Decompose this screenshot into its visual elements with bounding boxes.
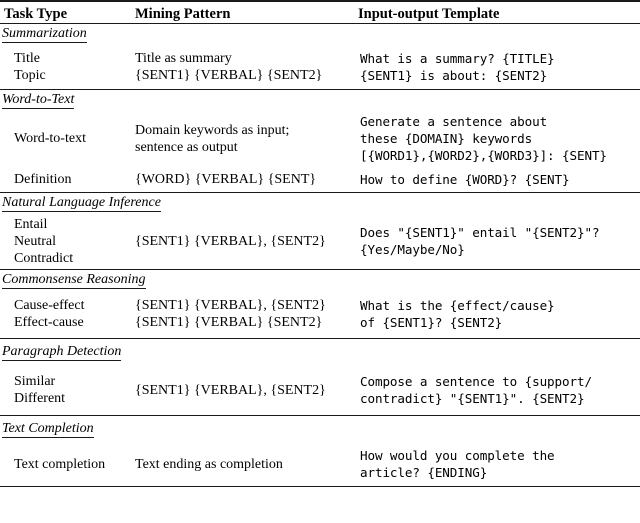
task-type-item: Word-to-text — [14, 131, 86, 146]
mining-pattern-line: {SENT1} {VERBAL}, {SENT2} — [135, 233, 326, 249]
row-template: What is the {effect/cause} of {SENT1}? {… — [358, 297, 640, 331]
task-type-item: Similar — [14, 374, 56, 389]
section-label: Natural Language Inference — [2, 194, 161, 212]
row-task-types: Text completion — [0, 456, 135, 473]
row-task-types: Entail Neutral Contradict — [0, 216, 135, 267]
table-row-word-to-text: Word-to-text Domain keywords as input; s… — [0, 110, 640, 167]
template-line: {Yes/Maybe/No} — [360, 242, 465, 257]
mining-pattern-line: {SENT1} {VERBAL} {SENT2} — [135, 67, 323, 83]
task-type-item: Entail — [14, 216, 48, 232]
row-mining-pattern: Domain keywords as input; sentence as ou… — [135, 122, 358, 156]
row-template: How would you complete the article? {END… — [358, 447, 640, 481]
task-type-item: Effect-cause — [14, 315, 84, 330]
row-mining-pattern: {SENT1} {VERBAL}, {SENT2} — [135, 233, 358, 250]
task-type-item: Neutral — [14, 233, 56, 249]
task-type-item: Text completion — [14, 456, 106, 472]
template-line: of {SENT1}? {SENT2} — [360, 315, 503, 330]
mining-pattern-line: {WORD} {VERBAL} {SENT} — [135, 172, 317, 187]
mining-pattern-line: Domain keywords as input; — [135, 122, 290, 138]
header-input-output-template: Input-output Template — [358, 6, 500, 22]
row-template: Does "{SENT1}" entail "{SENT2}"? {Yes/Ma… — [358, 224, 640, 258]
table-header-row: Task Type Mining Pattern Input-output Te… — [0, 2, 640, 23]
section-label: Commonsense Reasoning — [2, 271, 146, 289]
row-task-types: Cause-effect Effect-cause — [0, 297, 135, 331]
table-bottom-rule — [0, 486, 640, 487]
template-line: What is the {effect/cause} — [360, 298, 555, 313]
template-line: How to define {WORD}? {SENT} — [360, 172, 570, 187]
section-heading-commonsense-reasoning: Commonsense Reasoning — [0, 270, 640, 290]
section-heading-summarization: Summarization — [0, 24, 640, 44]
row-template: Compose a sentence to {support/ contradi… — [358, 373, 640, 407]
row-task-types: Definition — [0, 171, 135, 188]
mining-pattern-line: {SENT1} {VERBAL}, {SENT2} — [135, 298, 326, 313]
task-type-item: Different — [14, 391, 66, 406]
table-row-text-completion: Text completion Text ending as completio… — [0, 442, 640, 486]
row-task-types: Word-to-text — [0, 130, 135, 147]
mining-pattern-line: {SENT1} {VERBAL} {SENT2} — [135, 315, 323, 330]
section-heading-paragraph-detection: Paragraph Detection — [0, 339, 640, 365]
table-row-nli: Entail Neutral Contradict {SENT1} {VERBA… — [0, 213, 640, 269]
template-line: these {DOMAIN} keywords — [360, 131, 533, 146]
row-template: What is a summary? {TITLE} {SENT1} is ab… — [358, 50, 640, 84]
row-mining-pattern: {SENT1} {VERBAL}, {SENT2} — [135, 382, 358, 399]
task-type-item: Contradict — [14, 250, 74, 266]
row-template: Generate a sentence about these {DOMAIN}… — [358, 113, 640, 164]
row-mining-pattern: Title as summary {SENT1} {VERBAL} {SENT2… — [135, 50, 358, 84]
section-label: Word-to-Text — [2, 91, 75, 109]
mining-pattern-line: Text ending as completion — [135, 456, 283, 472]
row-mining-pattern: {SENT1} {VERBAL}, {SENT2} {SENT1} {VERBA… — [135, 297, 358, 331]
task-type-item: Topic — [14, 67, 46, 83]
section-heading-word-to-text: Word-to-Text — [0, 90, 640, 110]
row-template: How to define {WORD}? {SENT} — [358, 171, 640, 188]
template-line: [{WORD1},{WORD2},{WORD3}]: {SENT} — [360, 148, 607, 163]
task-type-item: Definition — [14, 172, 72, 187]
row-mining-pattern: {WORD} {VERBAL} {SENT} — [135, 171, 358, 188]
template-line: article? {ENDING} — [360, 465, 488, 480]
task-type-item: Title — [14, 50, 40, 66]
template-line: How would you complete the — [360, 448, 555, 463]
template-line: Compose a sentence to {support/ — [360, 374, 592, 389]
template-line: {SENT1} is about: {SENT2} — [360, 67, 548, 83]
row-task-types: Similar Different — [0, 373, 135, 407]
mining-pattern-line: sentence as output — [135, 139, 238, 155]
header-mining-pattern: Mining Pattern — [135, 6, 231, 22]
table-row-definition: Definition {WORD} {VERBAL} {SENT} How to… — [0, 167, 640, 192]
template-line: contradict} "{SENT1}". {SENT2} — [360, 391, 585, 406]
section-heading-natural-language-inference: Natural Language Inference — [0, 193, 640, 213]
section-label: Paragraph Detection — [2, 343, 122, 361]
mining-pattern-line: {SENT1} {VERBAL}, {SENT2} — [135, 382, 326, 398]
row-mining-pattern: Text ending as completion — [135, 456, 358, 473]
section-label: Text Completion — [2, 420, 94, 438]
table-row-summarization: Title Topic Title as summary {SENT1} {VE… — [0, 44, 640, 89]
mining-pattern-line: Title as summary — [135, 50, 232, 66]
template-line: What is a summary? {TITLE} — [360, 50, 555, 66]
section-label: Summarization — [2, 25, 87, 43]
section-heading-text-completion: Text Completion — [0, 416, 640, 442]
table-row-commonsense: Cause-effect Effect-cause {SENT1} {VERBA… — [0, 290, 640, 338]
task-template-table: Task Type Mining Pattern Input-output Te… — [0, 0, 640, 523]
table-row-paragraph-detection: Similar Different {SENT1} {VERBAL}, {SEN… — [0, 365, 640, 415]
template-line: Does "{SENT1}" entail "{SENT2}"? — [360, 225, 600, 240]
task-type-item: Cause-effect — [14, 298, 85, 313]
template-line: Generate a sentence about — [360, 114, 548, 129]
header-task-type: Task Type — [4, 6, 68, 22]
row-task-types: Title Topic — [0, 50, 135, 84]
